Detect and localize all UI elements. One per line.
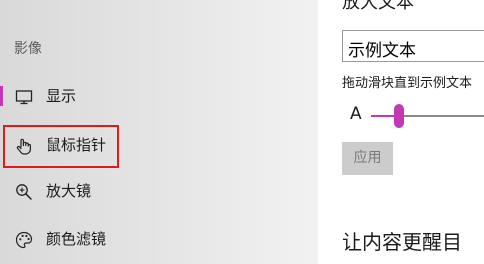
sample-text-box: 示例文本 xyxy=(342,30,484,62)
sidebar-item-label: 显示 xyxy=(46,87,77,105)
sample-text: 示例文本 xyxy=(348,41,416,61)
settings-window: 影像 显示 鼠标指针 放大镜 颜色滤镜 放大文本 示例文本 拖动滑块直到示例文本… xyxy=(0,0,484,264)
slider-track[interactable] xyxy=(399,115,484,117)
sidebar-item-label: 放大镜 xyxy=(46,182,92,200)
sidebar: 影像 显示 鼠标指针 放大镜 颜色滤镜 xyxy=(0,0,318,264)
sidebar-item-color-filters[interactable]: 颜色滤镜 xyxy=(0,218,318,262)
magnifier-icon xyxy=(14,182,34,202)
slider-thumb[interactable] xyxy=(394,104,404,128)
apply-button[interactable]: 应用 xyxy=(342,142,393,175)
slider-caption: 拖动滑块直到示例文本 xyxy=(342,76,473,91)
monitor-icon xyxy=(14,87,34,107)
section-title: 让内容更醒目 xyxy=(342,230,462,254)
sidebar-item-magnifier[interactable]: 放大镜 xyxy=(0,170,318,214)
highlight-box xyxy=(3,125,119,168)
sidebar-section-header: 影像 xyxy=(14,41,42,57)
section-title-partial: 放大文本 xyxy=(342,0,414,13)
selected-indicator xyxy=(0,86,3,106)
slider-letter: A xyxy=(350,104,362,124)
main-panel: 放大文本 示例文本 拖动滑块直到示例文本 A 应用 让内容更醒目 xyxy=(318,0,484,264)
sidebar-item-display[interactable]: 显示 xyxy=(0,75,318,119)
sidebar-item-label: 颜色滤镜 xyxy=(46,230,107,248)
color-palette-icon xyxy=(14,230,34,250)
